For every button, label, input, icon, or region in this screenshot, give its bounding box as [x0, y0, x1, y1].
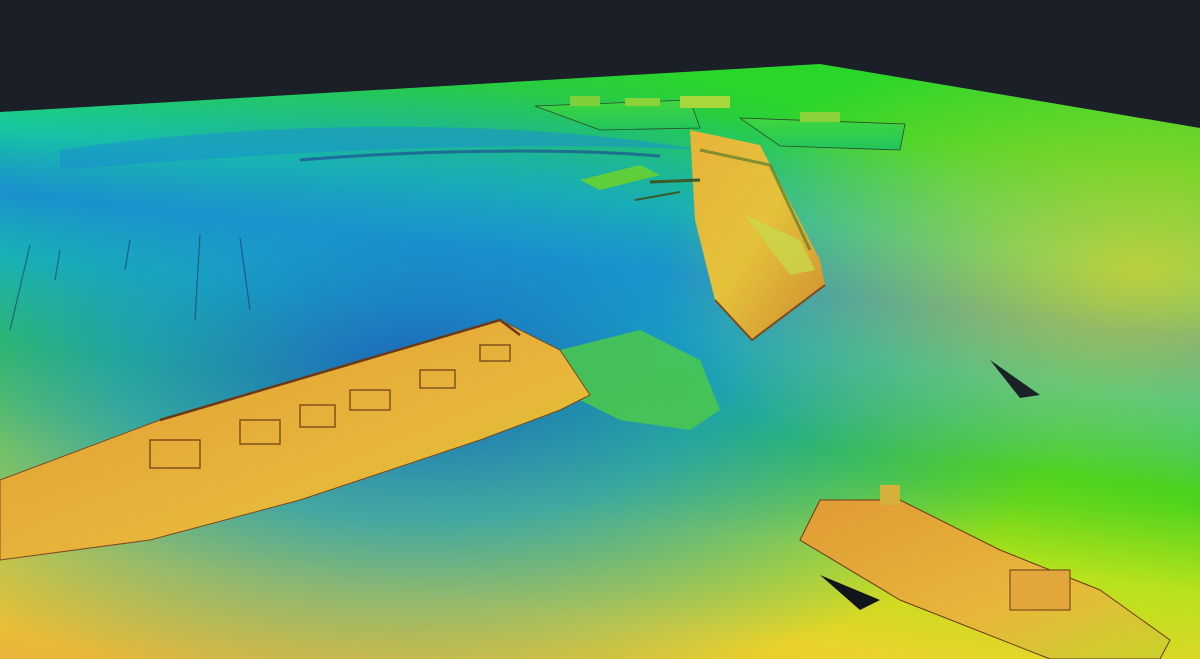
sonar-scene — [0, 0, 1200, 659]
